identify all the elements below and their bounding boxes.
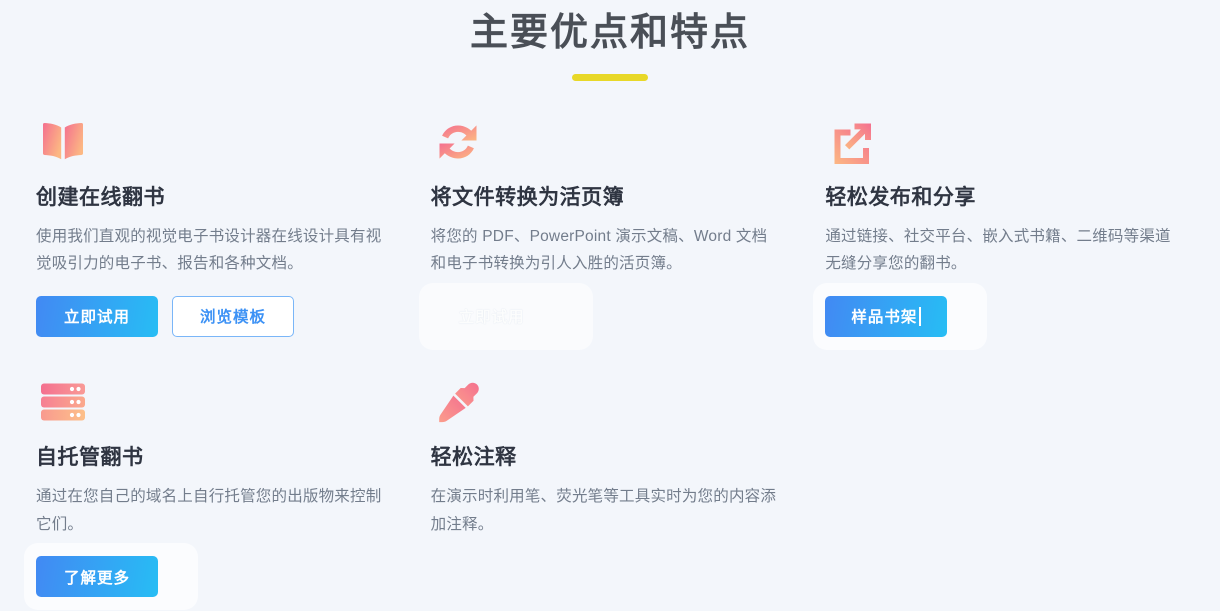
button-label: 立即试用 — [63, 309, 130, 327]
try-now-button[interactable]: 立即试用 — [430, 295, 553, 337]
feature-button-row: 了解更多 — [36, 556, 385, 598]
sample-bookshelf-button[interactable]: 样品书架 — [825, 295, 948, 337]
open-book-icon — [36, 115, 90, 169]
feature-button-row: 立即试用 浏览模板 — [36, 295, 385, 337]
button-label: 了解更多 — [63, 569, 130, 587]
title-underline-accent — [572, 73, 648, 81]
section-header: 主要优点和特点 — [0, 0, 1220, 81]
features-grid: 创建在线翻书 使用我们直观的视觉电子书设计器在线设计具有视觉吸引力的电子书、报告… — [0, 115, 1220, 598]
button-label: 立即试用 — [458, 309, 525, 327]
server-stack-icon — [36, 375, 90, 429]
feature-description: 通过链接、社交平台、嵌入式书籍、二维码等渠道无缝分享您的翻书。 — [825, 227, 1171, 273]
button-label: 浏览模板 — [199, 309, 266, 327]
page-title: 主要优点和特点 — [469, 12, 750, 54]
feature-card-convert-files: 将文件转换为活页簿 将您的 PDF、PowerPoint 演示文稿、Word 文… — [430, 115, 790, 337]
learn-more-button[interactable]: 了解更多 — [36, 556, 158, 598]
browse-templates-button[interactable]: 浏览模板 — [172, 295, 294, 337]
feature-grid-empty-cell — [825, 375, 1184, 597]
feature-title: 轻松发布和分享 — [825, 185, 976, 209]
feature-button-row: 样品书架 — [825, 295, 1174, 337]
feature-card-publish-share: 轻松发布和分享 通过链接、社交平台、嵌入式书籍、二维码等渠道无缝分享您的翻书。 … — [825, 115, 1184, 337]
feature-title: 创建在线翻书 — [36, 185, 165, 209]
external-link-icon — [825, 115, 879, 169]
feature-card-create-flipbook: 创建在线翻书 使用我们直观的视觉电子书设计器在线设计具有视觉吸引力的电子书、报告… — [36, 115, 395, 337]
button-label: 样品书架 — [851, 309, 918, 327]
feature-title: 将文件转换为活页簿 — [430, 185, 625, 209]
feature-description: 将您的 PDF、PowerPoint 演示文稿、Word 文档和电子书转换为引人… — [430, 227, 768, 273]
feature-title: 自托管翻书 — [36, 445, 144, 469]
text-cursor-caret — [919, 306, 922, 326]
feature-title: 轻松注释 — [430, 445, 517, 469]
feature-button-row: 立即试用 — [430, 295, 780, 337]
feature-card-annotate: 轻松注释 在演示时利用笔、荧光笔等工具实时为您的内容添加注释。 — [431, 375, 790, 597]
sync-refresh-icon — [431, 115, 485, 169]
feature-card-self-hosting: 自托管翻书 通过在您自己的域名上自行托管您的出版物来控制它们。 了解更多 — [36, 375, 395, 598]
marker-pen-icon — [431, 375, 485, 429]
feature-description: 通过在您自己的域名上自行托管您的出版物来控制它们。 — [36, 488, 382, 533]
try-now-button[interactable]: 立即试用 — [36, 295, 158, 337]
feature-description: 在演示时利用笔、荧光笔等工具实时为您的内容添加注释。 — [430, 488, 777, 533]
feature-description: 使用我们直观的视觉电子书设计器在线设计具有视觉吸引力的电子书、报告和各种文档。 — [36, 227, 382, 273]
